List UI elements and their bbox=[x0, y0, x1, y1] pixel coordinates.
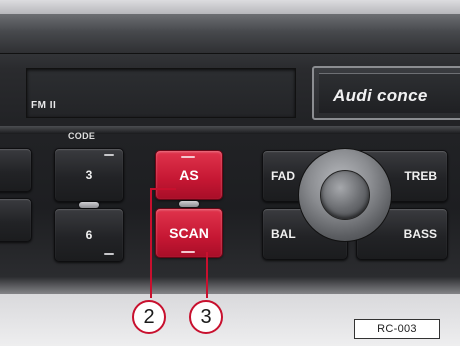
preset-button-3[interactable]: 3 bbox=[54, 148, 124, 202]
bass-button-label: BASS bbox=[403, 227, 437, 241]
callout-label-2: 2 bbox=[143, 305, 155, 328]
panel-top-lip bbox=[0, 14, 460, 54]
scan-button-label: SCAN bbox=[169, 225, 209, 241]
panel-top-edge bbox=[0, 0, 460, 14]
treb-button-label: TREB bbox=[404, 169, 437, 183]
indicator-tick bbox=[181, 251, 195, 253]
callout-line-scan bbox=[206, 252, 208, 298]
rotary-knob[interactable] bbox=[320, 170, 370, 220]
preset-label-6: 6 bbox=[85, 228, 93, 242]
brand-plate-inner: Audi conce bbox=[319, 73, 460, 113]
callout-number-3: 3 bbox=[189, 300, 223, 334]
code-rocker-indicator bbox=[79, 202, 99, 208]
preset-label-3: 3 bbox=[85, 168, 93, 182]
as-scan-rocker-indicator bbox=[179, 201, 199, 207]
code-label: CODE bbox=[68, 131, 96, 141]
figure-reference: RC-003 bbox=[354, 319, 440, 339]
callout-line-as-vertical bbox=[150, 188, 152, 298]
bal-button-label: BAL bbox=[271, 227, 296, 241]
indicator-tick bbox=[104, 253, 114, 255]
preset-button-upper-left[interactable] bbox=[0, 148, 32, 192]
band-indicator: FM II bbox=[31, 100, 57, 111]
callout-number-2: 2 bbox=[132, 300, 166, 334]
radio-panel-photo: FM II Audi conce CODE 3 6 AS SCAN FAD BA… bbox=[0, 0, 460, 346]
radio-display: FM II bbox=[26, 68, 296, 118]
fad-button-label: FAD bbox=[271, 169, 295, 183]
indicator-tick bbox=[104, 154, 114, 156]
brand-logo-text: Audi conce bbox=[333, 86, 428, 105]
indicator-tick bbox=[181, 156, 195, 158]
callout-line-as-horizontal bbox=[150, 188, 176, 190]
as-button-label: AS bbox=[179, 167, 199, 183]
callout-label-3: 3 bbox=[200, 305, 212, 328]
preset-button-lower-left[interactable] bbox=[0, 198, 32, 242]
brand-plate: Audi conce bbox=[312, 66, 460, 120]
